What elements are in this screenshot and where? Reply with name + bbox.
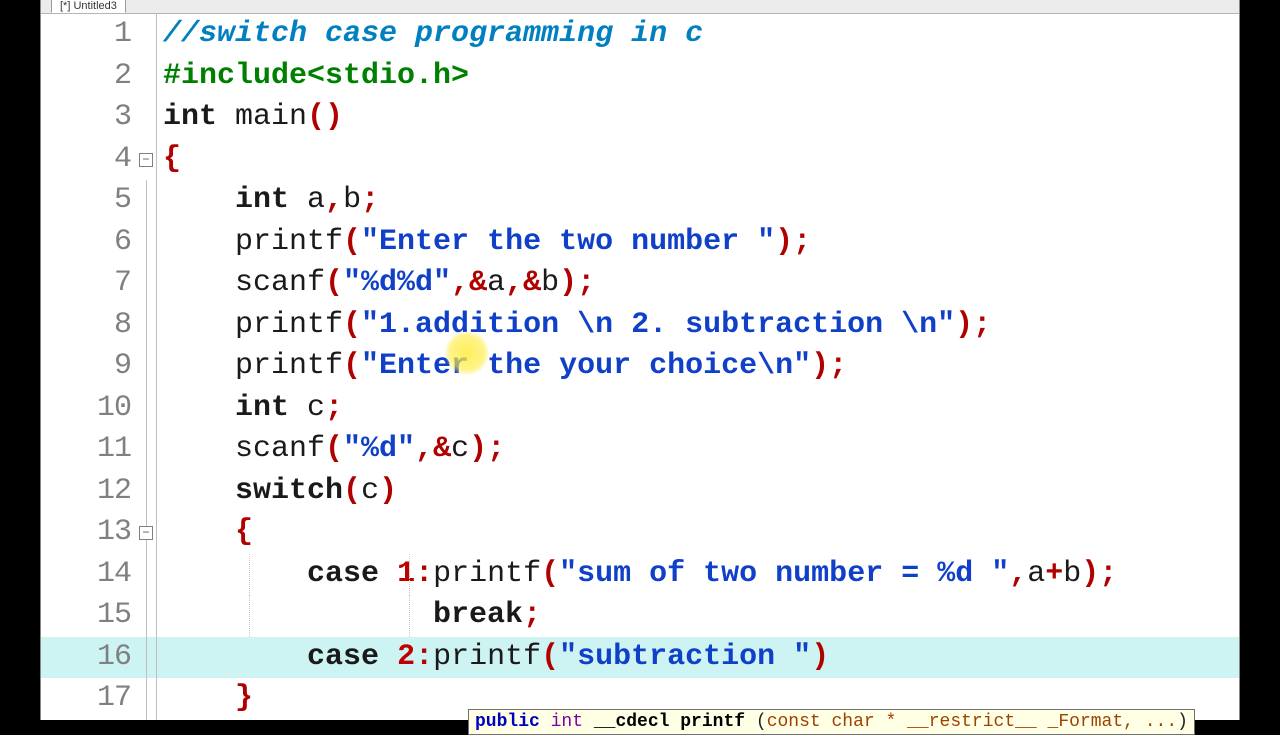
code-line[interactable]: 11 scanf("%d",&c); <box>41 429 1239 471</box>
fold-handle-icon[interactable]: − <box>139 153 153 167</box>
code-line[interactable]: 3 int main() <box>41 97 1239 139</box>
code-line[interactable]: 7 scanf("%d%d",&a,&b); <box>41 263 1239 305</box>
code-content[interactable]: //switch case programming in c <box>163 14 1239 56</box>
fold-gutter <box>139 14 157 56</box>
code-line[interactable]: 1 //switch case programming in c <box>41 14 1239 56</box>
fold-gutter <box>139 637 157 679</box>
code-line[interactable]: 9 printf("Enter the your choice\n"); <box>41 346 1239 388</box>
line-number: 5 <box>41 180 139 222</box>
line-number: 1 <box>41 14 139 56</box>
code-line[interactable]: 2 #include<stdio.h> <box>41 56 1239 98</box>
line-number: 3 <box>41 97 139 139</box>
line-number: 9 <box>41 346 139 388</box>
fold-gutter <box>139 56 157 98</box>
code-content[interactable]: { <box>163 139 1239 181</box>
code-content[interactable]: #include<stdio.h> <box>163 56 1239 98</box>
code-content[interactable]: case 2:printf("subtraction ") <box>163 637 1239 679</box>
fold-gutter: − <box>139 512 157 554</box>
line-number: 8 <box>41 305 139 347</box>
editor-window: [*] Untitled3 1 //switch case programming… <box>40 0 1240 720</box>
code-line[interactable]: 4−{ <box>41 139 1239 181</box>
code-line[interactable]: 16 case 2:printf("subtraction ") <box>41 637 1239 679</box>
fold-gutter <box>139 595 157 637</box>
code-line[interactable]: 8 printf("1.addition \n 2. subtraction \… <box>41 305 1239 347</box>
line-number: 15 <box>41 595 139 637</box>
fold-gutter <box>139 388 157 430</box>
fold-gutter: − <box>139 139 157 181</box>
code-content[interactable]: printf("Enter the your choice\n"); <box>163 346 1239 388</box>
fold-gutter <box>139 180 157 222</box>
code-line[interactable]: 12 switch(c) <box>41 471 1239 513</box>
fold-gutter <box>139 97 157 139</box>
code-line[interactable]: 6 printf("Enter the two number "); <box>41 222 1239 264</box>
line-number: 4 <box>41 139 139 181</box>
code-line[interactable]: 15 break; <box>41 595 1239 637</box>
code-content[interactable]: int c; <box>163 388 1239 430</box>
line-number: 16 <box>41 637 139 679</box>
line-number: 17 <box>41 678 139 720</box>
code-line[interactable]: 5 int a,b; <box>41 180 1239 222</box>
code-content[interactable]: printf("Enter the two number "); <box>163 222 1239 264</box>
code-content[interactable]: scanf("%d",&c); <box>163 429 1239 471</box>
code-line[interactable]: 13− { <box>41 512 1239 554</box>
line-number: 14 <box>41 554 139 596</box>
code-content[interactable]: switch(c) <box>163 471 1239 513</box>
fold-gutter <box>139 305 157 347</box>
fold-gutter <box>139 346 157 388</box>
line-number: 10 <box>41 388 139 430</box>
fold-gutter <box>139 471 157 513</box>
code-content[interactable]: break; <box>163 595 1239 637</box>
fold-handle-icon[interactable]: − <box>139 526 153 540</box>
code-line[interactable]: 14 case 1:printf("sum of two number = %d… <box>41 554 1239 596</box>
line-number: 6 <box>41 222 139 264</box>
line-number: 11 <box>41 429 139 471</box>
code-content[interactable]: { <box>163 512 1239 554</box>
line-number: 2 <box>41 56 139 98</box>
code-content[interactable]: case 1:printf("sum of two number = %d ",… <box>163 554 1239 596</box>
code-content[interactable]: printf("1.addition \n 2. subtraction \n"… <box>163 305 1239 347</box>
parameter-hint-tooltip: public int __cdecl printf (const char * … <box>468 709 1195 735</box>
fold-gutter <box>139 554 157 596</box>
file-tab[interactable]: [*] Untitled3 <box>51 0 126 13</box>
code-line[interactable]: 10 int c; <box>41 388 1239 430</box>
fold-gutter <box>139 222 157 264</box>
tab-bar: [*] Untitled3 <box>41 0 1239 14</box>
fold-gutter <box>139 263 157 305</box>
fold-gutter <box>139 678 157 720</box>
fold-gutter <box>139 429 157 471</box>
code-editor[interactable]: 1 //switch case programming in c 2 #include… <box>41 14 1239 720</box>
line-number: 12 <box>41 471 139 513</box>
code-content[interactable]: int main() <box>163 97 1239 139</box>
line-number: 7 <box>41 263 139 305</box>
code-content[interactable]: int a,b; <box>163 180 1239 222</box>
code-content[interactable]: scanf("%d%d",&a,&b); <box>163 263 1239 305</box>
line-number: 13 <box>41 512 139 554</box>
